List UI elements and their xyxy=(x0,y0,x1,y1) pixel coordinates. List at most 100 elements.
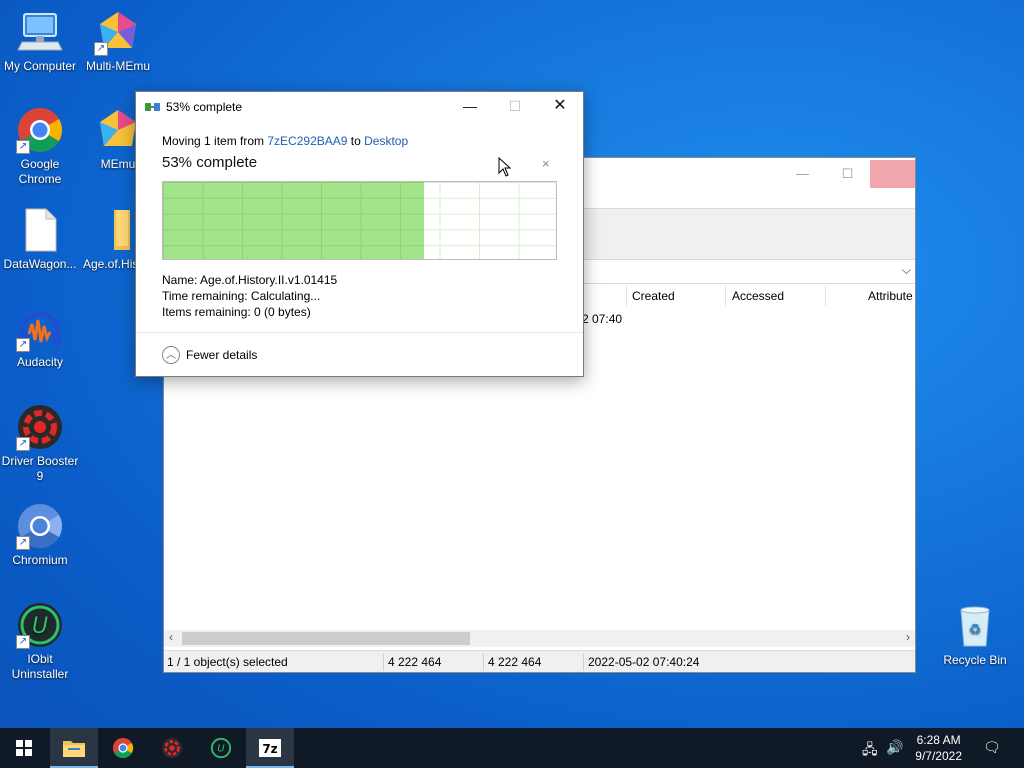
desktop-icon-label: Driver Booster 9 xyxy=(1,454,79,483)
desktop-icon-label: IObit Uninstaller xyxy=(11,652,69,681)
status-size: 4 222 464 xyxy=(388,655,442,669)
mouse-cursor-icon xyxy=(498,156,512,177)
shortcut-arrow-icon: ↗ xyxy=(16,635,30,649)
svg-text:♻: ♻ xyxy=(969,622,982,638)
status-selected: 1 / 1 object(s) selected xyxy=(167,655,288,669)
desktop-icon-label: Recycle Bin xyxy=(943,653,1007,667)
desktop-icon-google-chrome[interactable]: ↗ Google Chrome xyxy=(0,106,80,187)
moving-description: Moving 1 item from 7zEC292BAA9 to Deskto… xyxy=(162,134,408,148)
status-modified: 2022-05-02 07:40:24 xyxy=(588,655,700,669)
svg-text:7z: 7z xyxy=(262,742,277,756)
moving-mid: to xyxy=(347,134,365,148)
desktop-icon-label: Chromium xyxy=(12,553,68,567)
shortcut-arrow-icon: ↗ xyxy=(16,140,30,154)
source-link[interactable]: 7zEC292BAA9 xyxy=(267,134,347,148)
computer-icon xyxy=(16,8,64,56)
chevron-down-icon[interactable]: ⌵ xyxy=(902,263,911,278)
windows-icon xyxy=(16,740,32,756)
status-packed: 4 222 464 xyxy=(488,655,542,669)
desktop-icon-audacity[interactable]: ↗ Audacity xyxy=(0,304,80,370)
taskbar-chrome[interactable] xyxy=(99,728,147,768)
shortcut-arrow-icon: ↗ xyxy=(16,338,30,352)
taskbar-driver-booster[interactable] xyxy=(148,728,196,768)
status-separator xyxy=(483,653,484,671)
svg-text:U: U xyxy=(217,744,225,755)
percent-complete: 53% complete xyxy=(162,154,258,171)
desktop-icon-label: Google Chrome xyxy=(18,157,62,186)
volume-icon[interactable]: 🔊 xyxy=(886,739,903,756)
start-button[interactable] xyxy=(0,728,48,768)
iobit-uninstaller-icon: U ↗ xyxy=(16,601,64,649)
progress-fill xyxy=(163,182,425,259)
details-block: Name: Age.of.History.II.v1.01415 Time re… xyxy=(162,272,337,320)
divider xyxy=(136,332,583,333)
desktop-icon-datawagon[interactable]: DataWagon... xyxy=(0,206,80,272)
taskbar-iobit-uninstaller[interactable]: U xyxy=(197,728,245,768)
desktop-icon-iobit-uninstaller[interactable]: U ↗ IObit Uninstaller xyxy=(0,601,80,682)
desktop-icon-my-computer[interactable]: My Computer xyxy=(0,8,80,74)
document-icon xyxy=(16,206,64,254)
svg-text:U: U xyxy=(32,614,48,639)
driver-booster-icon: ↗ xyxy=(16,403,64,451)
folder-icon xyxy=(63,741,85,757)
driver-booster-icon xyxy=(161,737,183,759)
status-separator xyxy=(583,653,584,671)
taskbar-clock[interactable]: 6:28 AM 9/7/2022 xyxy=(915,732,962,764)
network-icon[interactable]: 🖧 xyxy=(862,739,878,763)
progress-graph xyxy=(162,181,557,260)
column-header-created[interactable]: Created xyxy=(632,289,675,303)
desktop-icon-multi-memu[interactable]: ↗ Multi-MEmu xyxy=(78,8,158,74)
scroll-left-icon[interactable]: ‹ xyxy=(169,630,173,644)
column-header-attribute[interactable]: Attribute xyxy=(868,289,913,303)
minimize-button[interactable]: — xyxy=(780,160,825,188)
cancel-icon[interactable]: × xyxy=(542,156,550,171)
fewer-details-label: Fewer details xyxy=(186,348,258,362)
items-remaining: Items remaining: 0 (0 bytes) xyxy=(162,305,311,319)
horizontal-scrollbar[interactable]: ‹ › xyxy=(164,630,915,647)
column-separator xyxy=(725,286,726,306)
progress-dialog[interactable]: 53% complete — ☐ ✕ Moving 1 item from 7z… xyxy=(135,91,584,377)
shortcut-arrow-icon: ↗ xyxy=(16,536,30,550)
time-remaining: Time remaining: Calculating... xyxy=(162,289,321,303)
scroll-right-icon[interactable]: › xyxy=(906,630,910,644)
close-button[interactable]: ✕ xyxy=(537,92,583,120)
close-button[interactable] xyxy=(870,160,915,188)
chrome-icon xyxy=(112,737,134,759)
column-separator xyxy=(825,286,826,306)
status-bar: 1 / 1 object(s) selected 4 222 464 4 222… xyxy=(164,650,915,672)
taskbar-7zip[interactable]: 7z xyxy=(246,728,294,768)
taskbar-file-explorer[interactable] xyxy=(50,728,98,768)
minimize-button[interactable]: — xyxy=(447,92,493,120)
clock-date: 9/7/2022 xyxy=(915,749,962,763)
shortcut-arrow-icon: ↗ xyxy=(94,42,108,56)
desktop-icon-label: Audacity xyxy=(16,355,64,369)
recycle-bin-icon: ♻ xyxy=(951,602,999,650)
desktop-icon-label: My Computer xyxy=(3,59,77,73)
file-name: Name: Age.of.History.II.v1.01415 xyxy=(162,273,338,287)
shortcut-arrow-icon: ↗ xyxy=(16,437,30,451)
fewer-details-button[interactable]: ︿ Fewer details xyxy=(162,346,257,364)
desktop-icon-label: DataWagon... xyxy=(3,257,77,271)
moving-prefix: Moving 1 item from xyxy=(162,134,268,148)
desktop-icon-recycle-bin[interactable]: ♻ Recycle Bin xyxy=(935,602,1015,668)
status-separator xyxy=(383,653,384,671)
notifications-icon[interactable]: 🗨 xyxy=(983,739,1001,756)
file-row-created[interactable]: 2 07:40 xyxy=(582,312,622,326)
desktop-icon-chromium[interactable]: ↗ Chromium xyxy=(0,502,80,568)
desktop-icon-label: Multi-MEmu xyxy=(85,59,150,73)
file-move-icon xyxy=(145,100,161,114)
chevron-up-icon: ︿ xyxy=(162,346,180,364)
taskbar: U 7z 🖧 🔊 6:28 AM 9/7/2022 🗨 xyxy=(0,728,1024,768)
column-header-accessed[interactable]: Accessed xyxy=(732,289,784,303)
chrome-icon: ↗ xyxy=(16,106,64,154)
dialog-title: 53% complete xyxy=(166,100,243,114)
scrollbar-thumb[interactable] xyxy=(182,632,470,645)
iobit-uninstaller-icon: U xyxy=(210,737,232,759)
column-separator xyxy=(626,286,627,306)
audacity-icon: ↗ xyxy=(16,304,64,352)
desktop-icon-driver-booster[interactable]: ↗ Driver Booster 9 xyxy=(0,403,80,484)
destination-link[interactable]: Desktop xyxy=(364,134,408,148)
chromium-icon: ↗ xyxy=(16,502,64,550)
multi-memu-icon: ↗ xyxy=(94,8,142,56)
maximize-button[interactable]: ☐ xyxy=(825,160,870,188)
